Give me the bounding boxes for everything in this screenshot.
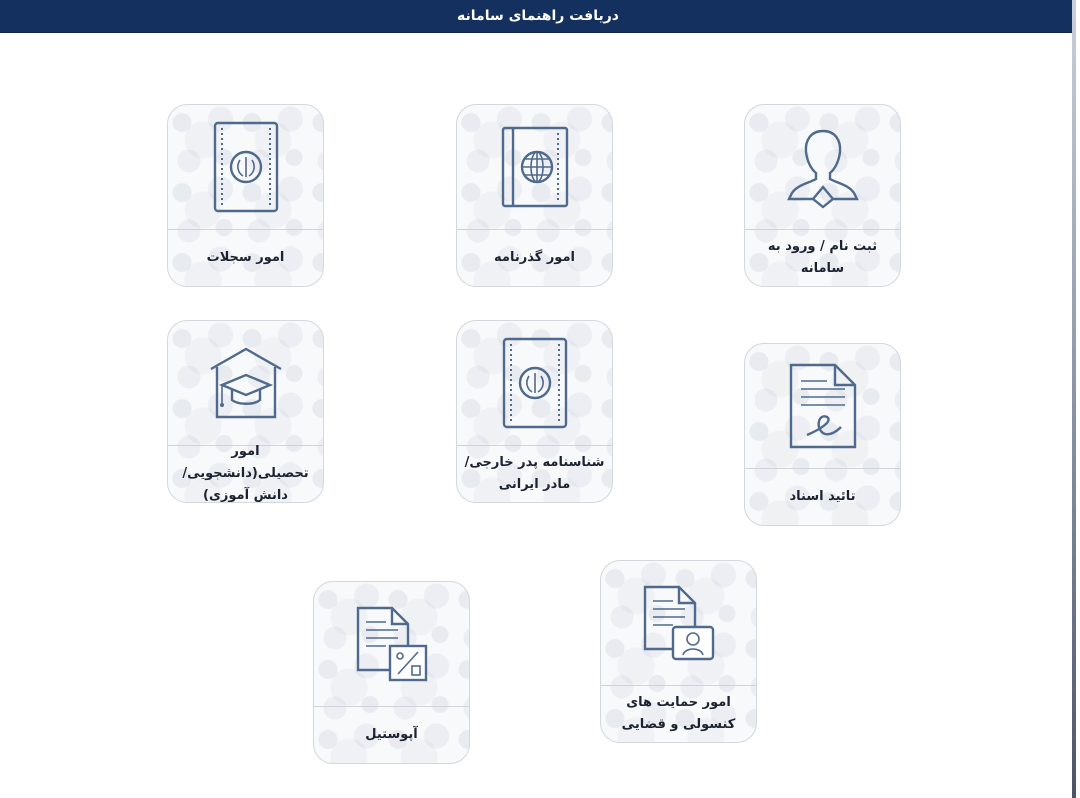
- user-icon: [786, 129, 859, 209]
- apostille-document-icon: [356, 606, 427, 682]
- card-label: ثبت نام / ورود به سامانه: [767, 239, 878, 276]
- card-passport-affairs[interactable]: امور گذرنامه: [456, 104, 613, 287]
- card-consular-support[interactable]: امور حمایت های کنسولی و قضایی: [600, 560, 757, 743]
- card-label: آپوستیل: [365, 727, 418, 742]
- consular-support-icon: [643, 585, 714, 661]
- card-document-verification[interactable]: تائید اسناد: [744, 343, 901, 526]
- card-apostille[interactable]: آپوستیل: [313, 581, 470, 764]
- window-title: دریافت راهنمای سامانه: [0, 0, 1076, 33]
- card-registry-affairs[interactable]: امور سجلات: [167, 104, 324, 287]
- emblem-book-icon: [213, 121, 278, 213]
- card-label: شناسنامه پدر خارجی/مادر ایرانی: [464, 455, 605, 492]
- passport-globe-icon: [501, 126, 568, 208]
- card-label: امور تحصیلی(دانشجویی/ دانش آموزی): [182, 444, 309, 503]
- signed-document-icon: [789, 363, 856, 449]
- graduation-school-icon: [209, 347, 282, 419]
- card-label: تائید اسناد: [789, 489, 856, 504]
- card-label: امور گذرنامه: [494, 250, 575, 265]
- card-education-affairs[interactable]: امور تحصیلی(دانشجویی/ دانش آموزی): [167, 320, 324, 503]
- window-edge: [1072, 0, 1076, 798]
- guide-window: دریافت راهنمای سامانه ثبت نام / ورود به …: [0, 0, 1076, 798]
- card-registration-login[interactable]: ثبت نام / ورود به سامانه: [744, 104, 901, 287]
- card-birth-certificate[interactable]: شناسنامه پدر خارجی/مادر ایرانی: [456, 320, 613, 503]
- birth-certificate-icon: [502, 337, 567, 429]
- card-label: امور حمایت های کنسولی و قضایی: [621, 695, 736, 732]
- card-label: امور سجلات: [206, 250, 285, 265]
